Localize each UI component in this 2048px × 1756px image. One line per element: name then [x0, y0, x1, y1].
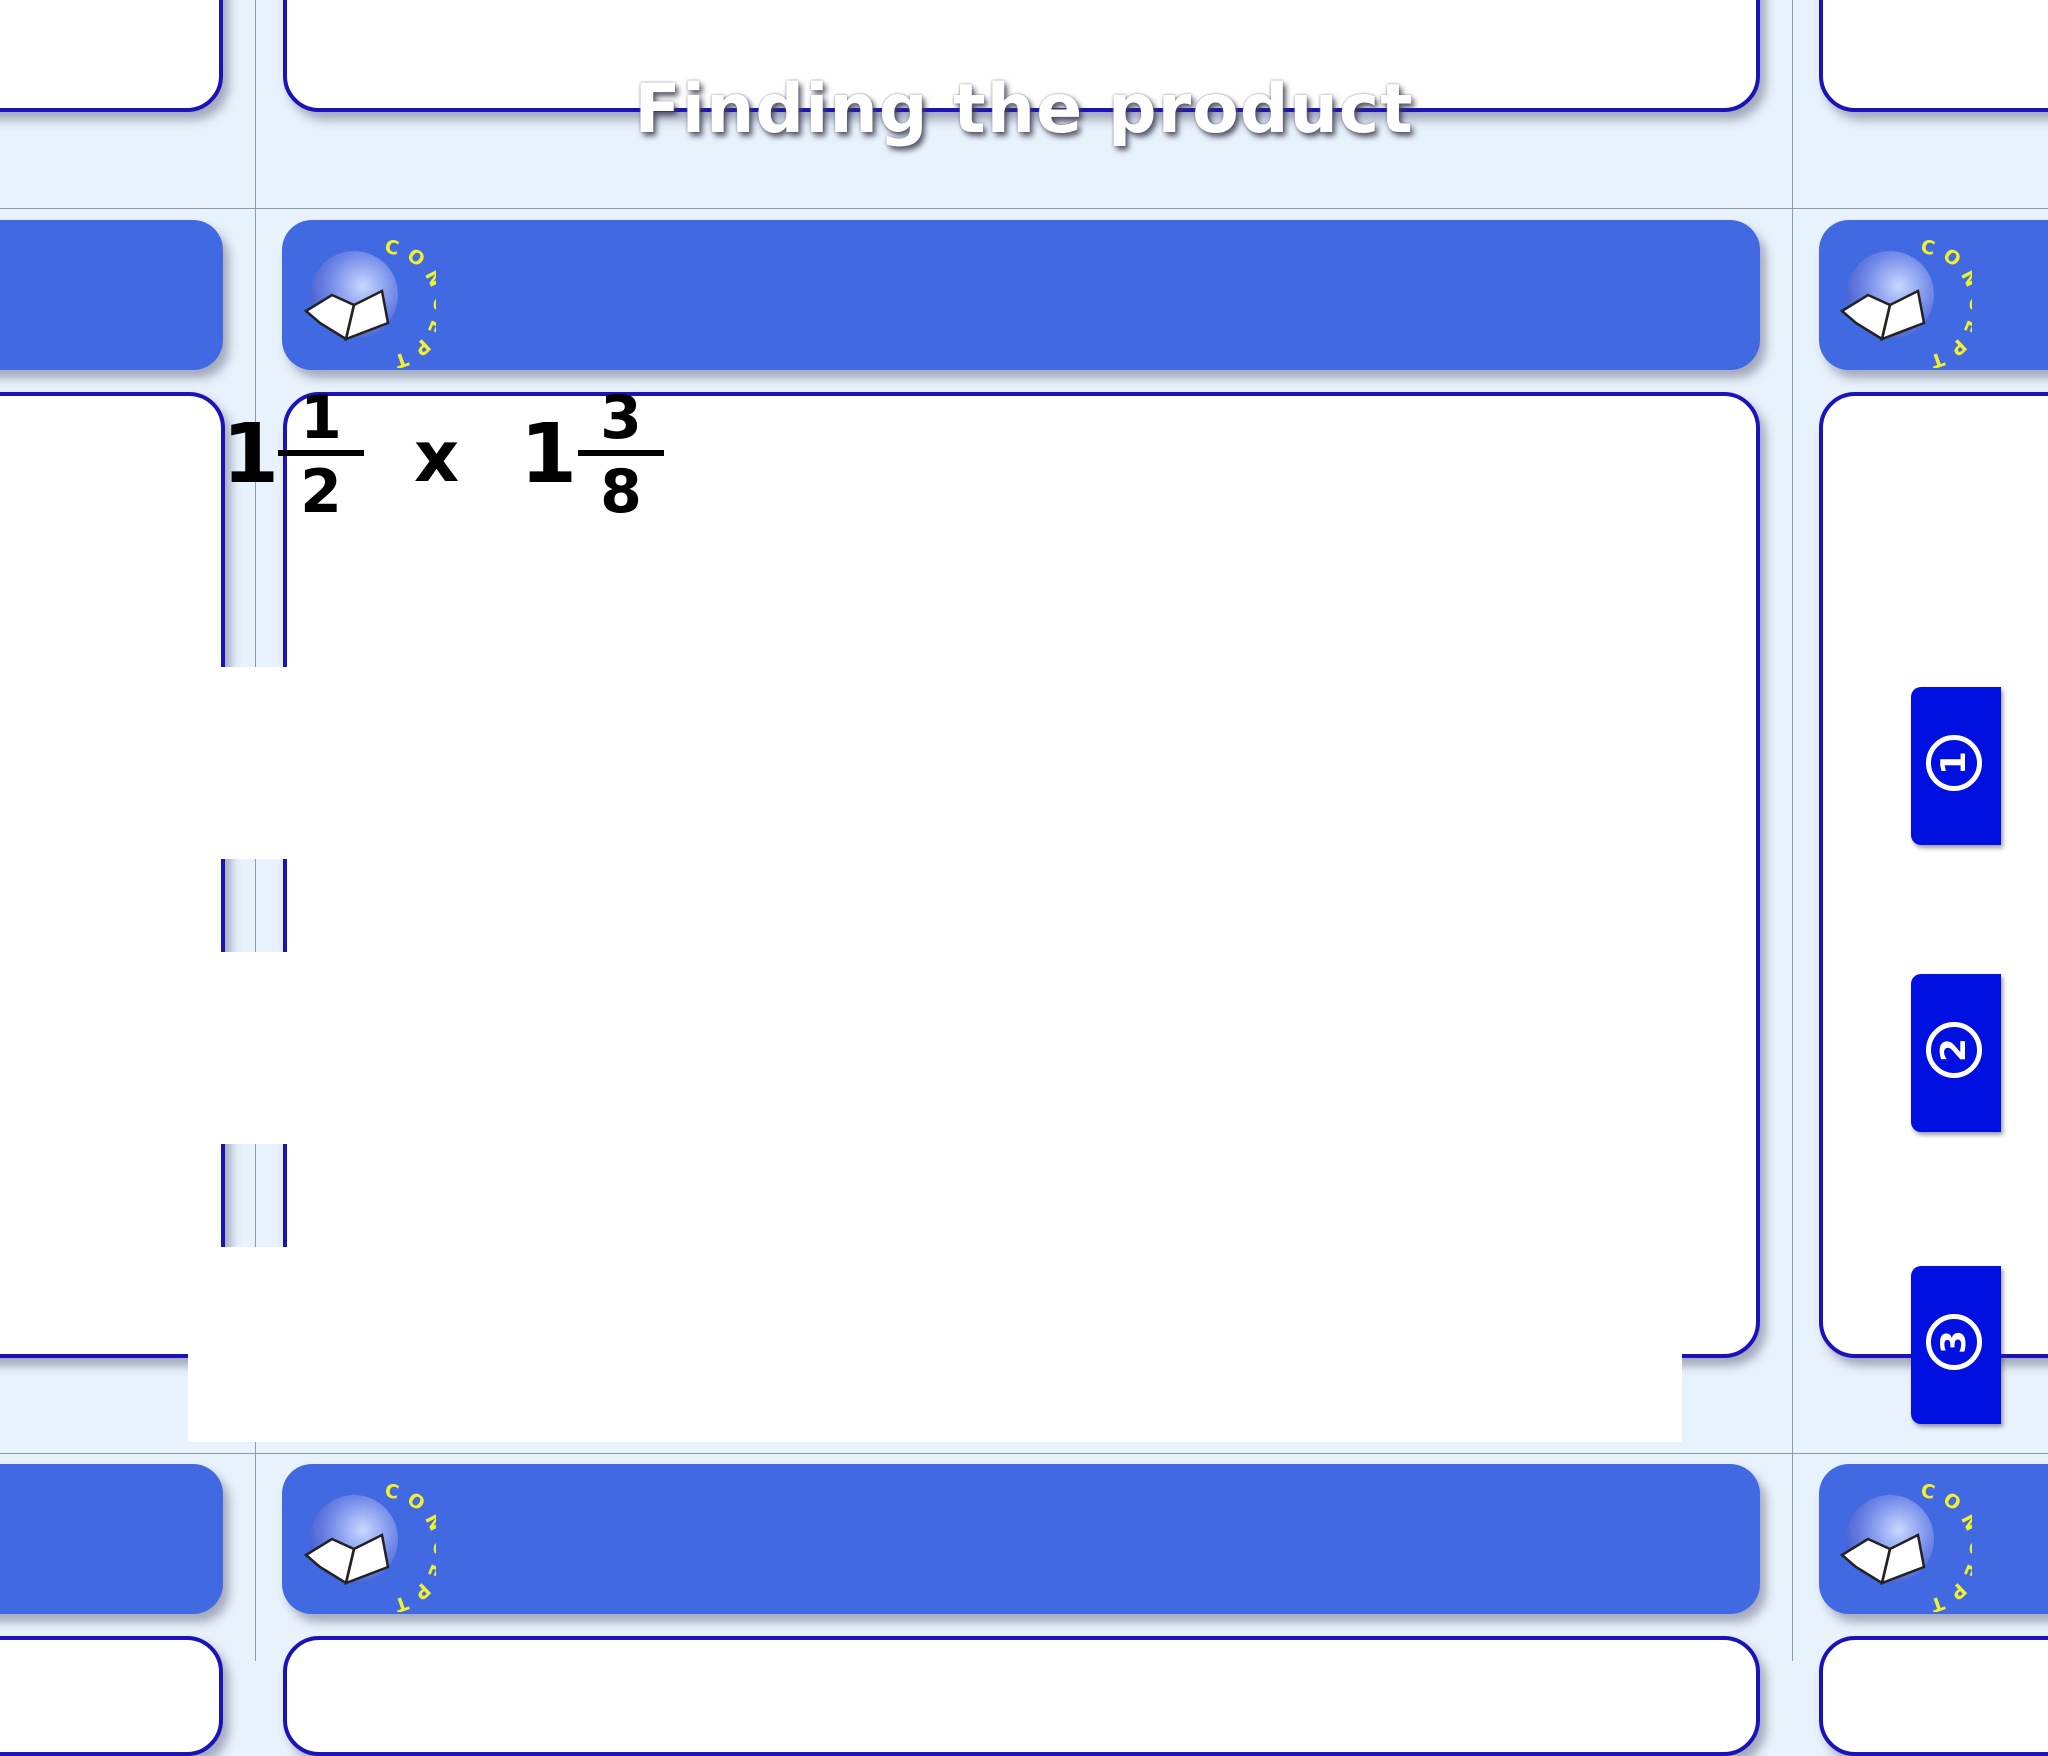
concept-badge-center: CONCEPT — [303, 236, 436, 368]
first-denominator: 2 — [300, 457, 342, 527]
step-2-label: 2 — [1926, 1022, 1982, 1078]
card-main-center — [283, 392, 1760, 1358]
white-patch — [188, 1300, 1682, 1442]
step-3-label: 3 — [1926, 1314, 1982, 1370]
concept-badge-lower-right: CONCEPT — [1839, 1480, 1972, 1612]
header-band-center — [282, 220, 1760, 370]
grid-line-bottom — [0, 1453, 2048, 1454]
fraction-bar — [578, 450, 664, 456]
white-patch — [219, 667, 287, 859]
page-title: Finding the product — [634, 70, 1414, 149]
header-band-left — [0, 220, 223, 370]
card-bottom-center — [283, 1636, 1760, 1756]
card-main-right — [1819, 392, 2048, 1358]
grid-line-right — [1792, 0, 1793, 1661]
first-whole-number: 1 — [222, 407, 280, 502]
step-1-button[interactable]: 1 — [1911, 687, 2001, 845]
footer-band-center — [282, 1464, 1760, 1614]
concept-badge-right: CONCEPT — [1839, 236, 1972, 368]
step-1-label: 1 — [1926, 735, 1982, 791]
first-numerator: 1 — [300, 383, 342, 453]
card-main-left — [0, 392, 225, 1358]
step-3-button[interactable]: 3 — [1911, 1266, 2001, 1424]
concept-badge-lower-center: CONCEPT — [303, 1480, 436, 1612]
white-patch — [219, 1247, 287, 1307]
second-numerator: 3 — [600, 383, 642, 453]
white-patch — [219, 952, 287, 1144]
second-whole-number: 1 — [520, 407, 578, 502]
grid-line-top — [0, 208, 2048, 209]
fraction-bar — [278, 450, 364, 456]
multiply-operator: x — [414, 416, 460, 498]
step-2-button[interactable]: 2 — [1911, 974, 2001, 1132]
second-denominator: 8 — [600, 457, 642, 527]
card-bottom-right — [1819, 1636, 2048, 1756]
footer-band-left — [0, 1464, 223, 1614]
card-bottom-left — [0, 1636, 223, 1756]
